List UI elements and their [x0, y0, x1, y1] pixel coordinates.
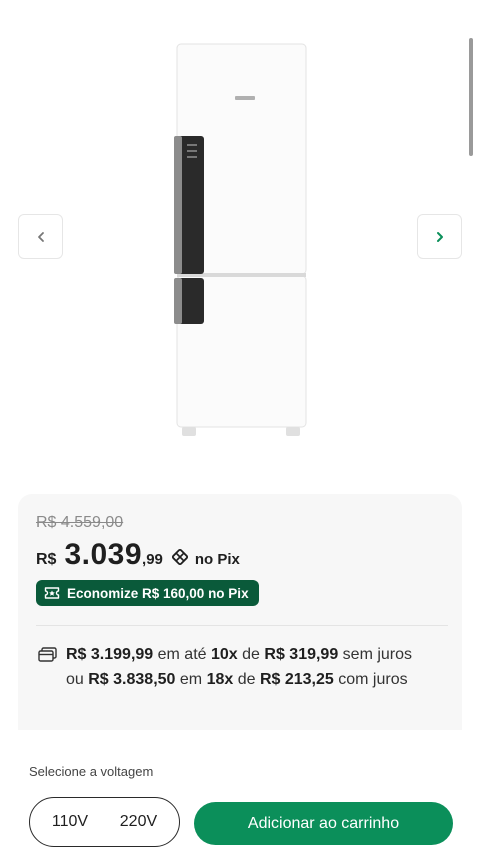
- product-gallery: [0, 0, 480, 470]
- installment-text: de: [237, 646, 265, 663]
- installment-total: R$ 3.199,99: [66, 646, 154, 663]
- price-card: R$ 4.559,00 R$ 3.039 ,99 no Pix Economiz…: [18, 494, 462, 730]
- price-main: 3.039: [64, 538, 143, 571]
- installment-value: R$ 319,99: [264, 646, 339, 663]
- voltage-option-110v[interactable]: 110V: [44, 807, 96, 837]
- installment-count: 18x: [206, 671, 234, 688]
- chevron-right-icon: [436, 231, 443, 242]
- voltage-option-220v[interactable]: 220V: [112, 807, 165, 837]
- pix-label: no Pix: [194, 551, 240, 568]
- gallery-next-button[interactable]: [417, 214, 462, 259]
- installment-total: R$ 3.838,50: [88, 671, 176, 688]
- installment-count: 10x: [211, 646, 238, 663]
- old-price: R$ 4.559,00: [36, 514, 124, 531]
- pix-price: R$ 3.039 ,99 no Pix: [36, 538, 240, 572]
- installment-text: em até: [153, 646, 211, 663]
- pix-icon: [171, 548, 189, 566]
- card-icon: [38, 647, 57, 669]
- installment-text: com juros: [333, 671, 408, 688]
- pix-savings-badge: Economize R$ 160,00 no Pix: [36, 580, 259, 606]
- pix-savings-text: Economize R$ 160,00 no Pix: [67, 585, 249, 601]
- price-currency: R$: [36, 551, 57, 568]
- product-image-refrigerator[interactable]: [160, 40, 320, 445]
- installment-value: R$ 213,25: [259, 671, 334, 688]
- ticket-icon: [44, 586, 60, 600]
- installment-text: em: [175, 671, 207, 688]
- installment-row-with-interest: ou R$ 3.838,50 em 18x de R$ 213,25 com j…: [38, 669, 448, 690]
- installment-row-no-interest: R$ 3.199,99 em até 10x de R$ 319,99 sem …: [38, 644, 448, 665]
- add-to-cart-button[interactable]: Adicionar ao carrinho: [194, 802, 453, 845]
- voltage-selector: 110V 220V: [29, 797, 180, 847]
- installment-options: R$ 3.199,99 em até 10x de R$ 319,99 sem …: [38, 644, 448, 690]
- purchase-bar: Selecione a voltagem 110V 220V Adicionar…: [0, 735, 480, 854]
- price-cents: ,99: [142, 551, 163, 568]
- chevron-left-icon: [37, 231, 44, 242]
- voltage-label: Selecione a voltagem: [29, 764, 154, 779]
- installment-text: de: [233, 671, 260, 688]
- installment-text: sem juros: [338, 646, 413, 663]
- price-divider: [36, 625, 448, 626]
- gallery-prev-button[interactable]: [18, 214, 63, 259]
- installment-text: ou: [66, 671, 89, 688]
